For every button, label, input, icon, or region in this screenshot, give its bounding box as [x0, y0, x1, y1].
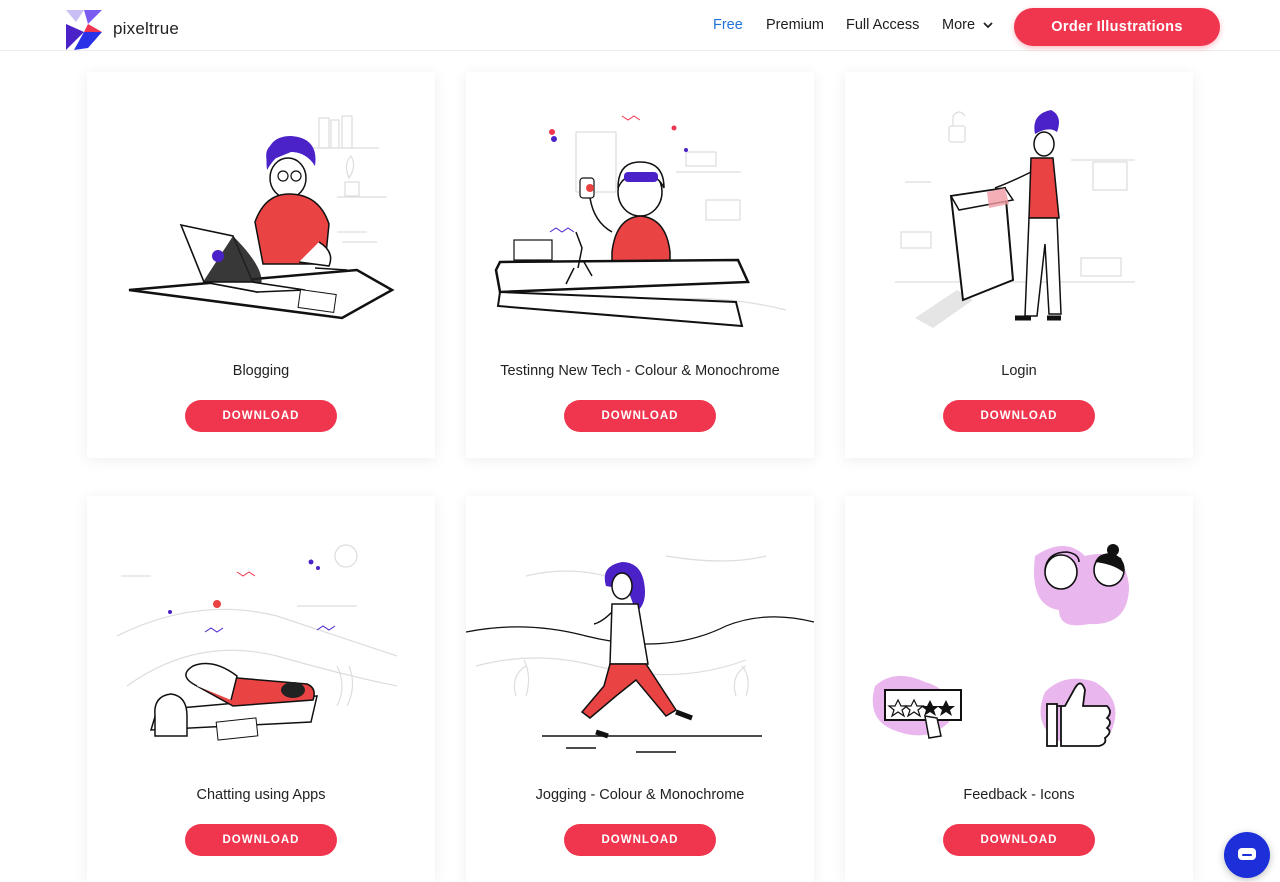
- chevron-down-icon: [983, 22, 993, 29]
- testing-new-tech-illustration: [494, 115, 787, 328]
- card-title: Jogging - Colour & Monochrome: [535, 787, 745, 803]
- card-jogging: Jogging - Colour & Monochrome DOWNLOAD: [466, 496, 814, 882]
- jogging-illustration: [466, 555, 814, 753]
- card-testing-new-tech: Testinng New Tech - Colour & Monochrome …: [466, 72, 814, 458]
- nav-full-access[interactable]: Full Access: [846, 17, 919, 33]
- top-header: pixeltrue Free Premium Full Access More …: [0, 0, 1280, 51]
- blogging-illustration: [128, 115, 395, 320]
- chatting-using-apps-illustration: [116, 544, 398, 741]
- chat-widget-button[interactable]: [1224, 832, 1270, 878]
- login-illustration: [895, 110, 1135, 328]
- card-feedback-icons: Feedback - Icons DOWNLOAD: [845, 496, 1193, 882]
- nav-free[interactable]: Free: [713, 17, 743, 33]
- nav-more-label: More: [942, 17, 976, 33]
- card-title: Chatting using Apps: [196, 787, 326, 803]
- pixeltrue-logo[interactable]: [66, 10, 104, 50]
- order-illustrations-button[interactable]: Order Illustrations: [1014, 8, 1220, 46]
- brand-name[interactable]: pixeltrue: [113, 19, 179, 39]
- download-button[interactable]: DOWNLOAD: [564, 400, 716, 432]
- card-login: Login DOWNLOAD: [845, 72, 1193, 458]
- download-button[interactable]: DOWNLOAD: [185, 400, 337, 432]
- card-title: Testinng New Tech - Colour & Monochrome: [500, 363, 780, 379]
- card-title: Login: [1001, 363, 1037, 379]
- nav-more[interactable]: More: [942, 17, 993, 33]
- feedback-icons-illustration: [872, 544, 1129, 747]
- nav-premium[interactable]: Premium: [766, 17, 824, 33]
- card-title: Blogging: [232, 363, 290, 379]
- download-button[interactable]: DOWNLOAD: [564, 824, 716, 856]
- card-blogging: Blogging DOWNLOAD: [87, 72, 435, 458]
- card-chatting-using-apps: Chatting using Apps DOWNLOAD: [87, 496, 435, 882]
- download-button[interactable]: DOWNLOAD: [185, 824, 337, 856]
- download-button[interactable]: DOWNLOAD: [943, 824, 1095, 856]
- download-button[interactable]: DOWNLOAD: [943, 400, 1095, 432]
- card-title: Feedback - Icons: [963, 787, 1075, 803]
- chat-icon: [1238, 848, 1256, 860]
